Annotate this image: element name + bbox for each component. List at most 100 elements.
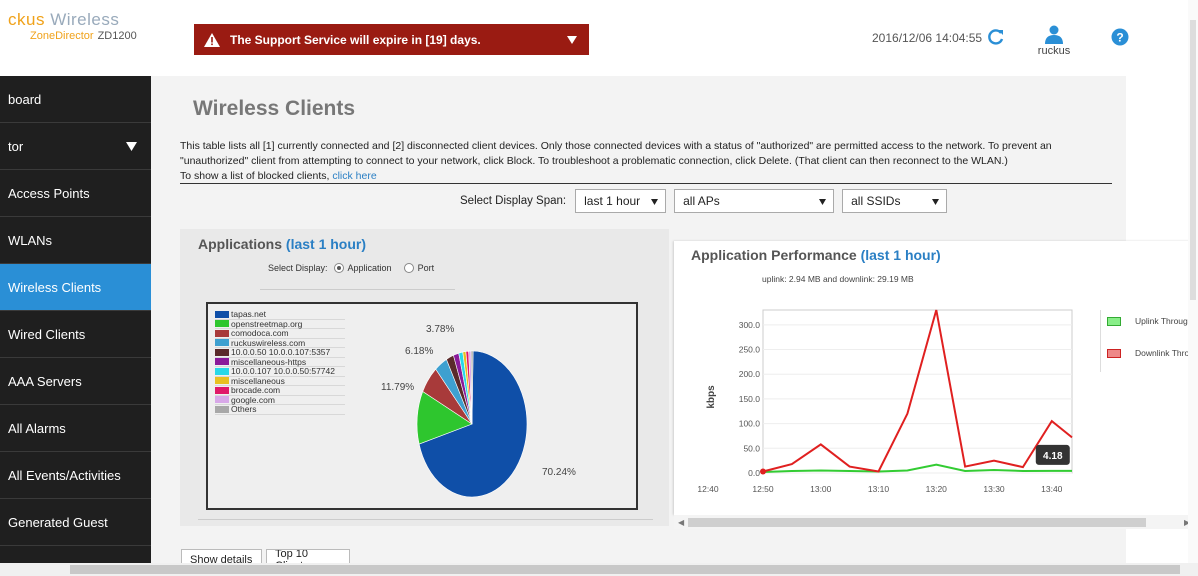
sidebar-nav: board tor Access Points WLANs Wireless C… — [0, 76, 151, 566]
legend-item-downlink[interactable]: Downlink Throughput — [1107, 348, 1198, 358]
ssid-filter-select[interactable]: all SSIDs — [842, 189, 948, 213]
throughput-summary: uplink: 2.94 MB and downlink: 29.19 MB — [762, 274, 914, 284]
chevron-down-icon[interactable] — [567, 35, 577, 44]
data-point[interactable] — [760, 468, 766, 475]
port-radio-label: Port — [417, 263, 435, 273]
x-tick-label: 13:00 — [810, 484, 832, 494]
brand-name: ckus — [8, 10, 45, 29]
sidebar-item-wired-clients[interactable]: Wired Clients — [0, 311, 151, 358]
sidebar-item-label: Wireless Clients — [8, 279, 102, 295]
support-expiry-alert[interactable]: The Support Service will expire in [19] … — [194, 24, 589, 55]
sidebar-item-access-points[interactable]: Access Points — [0, 170, 151, 217]
pie-legend: tapas.net openstreetmap.org comodoca.com ru… — [215, 309, 345, 415]
legend-swatch — [215, 386, 229, 394]
y-tick-label: 200.0 — [739, 369, 761, 379]
scroll-left-icon[interactable]: ◀ — [678, 518, 684, 527]
sidebar-item-all-events[interactable]: All Events/Activities — [0, 452, 151, 499]
sidebar-item-aaa-servers[interactable]: AAA Servers — [0, 358, 151, 405]
sidebar-item-label: Generated Guest — [8, 514, 108, 530]
sidebar-item-dashboard[interactable]: board — [0, 76, 151, 123]
legend-swatch — [215, 348, 229, 356]
legend-item-uplink[interactable]: Uplink Throughput — [1107, 316, 1198, 326]
y-tick-label: 250.0 — [739, 345, 761, 355]
right-gutter — [1126, 76, 1188, 241]
legend-label: comodoca.com — [231, 328, 289, 339]
display-span-select[interactable]: last 1 hour — [575, 189, 667, 213]
model-name: ZD1200 — [97, 30, 137, 42]
pie-data-label: 11.79% — [381, 382, 415, 393]
uplink-swatch — [1107, 316, 1121, 326]
brand-logo: ckus Wireless — [8, 10, 119, 30]
sidebar-item-label: Access Points — [8, 185, 90, 201]
sidebar-item-label: tor — [8, 138, 24, 154]
x-tick-label: 13:20 — [926, 484, 948, 494]
horizontal-scroll-thumb[interactable] — [70, 565, 1180, 574]
legend-label: 10.0.0.50 10.0.0.107:5357 — [231, 347, 331, 358]
x-tick-label: 12:50 — [752, 484, 774, 494]
y-tick-label: 150.0 — [739, 394, 761, 404]
brand-suffix: Wireless — [50, 10, 120, 29]
sidebar-item-label: Wired Clients — [8, 326, 86, 342]
sidebar-item-label: WLANs — [8, 232, 53, 248]
ssid-filter-value: all SSIDs — [851, 194, 901, 208]
legend-swatch — [215, 320, 229, 328]
legend-label: google.com — [231, 394, 275, 405]
sidebar-item-monitor[interactable]: tor — [0, 123, 151, 170]
legend-swatch — [215, 358, 229, 366]
application-radio[interactable] — [333, 263, 344, 273]
app-root: ckus Wireless ZoneDirector ZD1200 The Sup… — [0, 0, 1198, 576]
vertical-scroll-thumb[interactable] — [1190, 20, 1196, 300]
app-performance-span: (last 1 hour) — [860, 247, 941, 263]
y-tick-label: 300.0 — [739, 320, 761, 330]
refresh-icon[interactable] — [987, 28, 1005, 46]
chevron-down-icon — [932, 199, 940, 205]
ap-filter-value: all APs — [683, 194, 720, 208]
divider — [260, 289, 455, 290]
legend-swatch — [215, 396, 229, 404]
legend-label: 10.0.0.107 10.0.0.50:57742 — [231, 366, 335, 377]
warning-icon — [204, 32, 220, 47]
alert-text: The Support Service will expire in [19] … — [230, 32, 481, 47]
pie-data-label: 6.18% — [405, 346, 434, 357]
display-mode-radio-group: Select Display: Application Port — [268, 263, 434, 273]
description-text: This table lists all [1] currently conne… — [180, 140, 1052, 167]
sidebar-item-all-alarms[interactable]: All Alarms — [0, 405, 151, 452]
applications-title: Applications (last 1 hour) — [198, 236, 366, 252]
page-title: Wireless Clients — [193, 97, 356, 120]
application-radio-label: Application — [347, 263, 392, 273]
chart-scrollbar[interactable]: ◀ ▶ — [674, 515, 1198, 529]
blocked-clients-link[interactable]: click here — [332, 170, 376, 182]
sidebar-item-label: All Events/Activities — [8, 467, 121, 483]
product-name: ZoneDirector — [30, 30, 94, 42]
app-performance-title-text: Application Performance — [691, 247, 857, 263]
port-radio[interactable] — [403, 263, 414, 273]
help-icon[interactable]: ? — [1111, 28, 1129, 46]
x-tick-label: 13:40 — [1041, 484, 1063, 494]
legend-label: tapas.net — [231, 309, 266, 320]
app-performance-title: Application Performance (last 1 hour) — [691, 247, 941, 263]
page-vertical-scrollbar[interactable] — [1188, 0, 1198, 563]
chart-scroll-thumb[interactable] — [688, 518, 1146, 527]
legend-swatch — [215, 310, 229, 318]
svg-text:?: ? — [1116, 31, 1123, 45]
legend-label: ruckuswireless.com — [231, 337, 306, 348]
legend-swatch — [215, 339, 229, 347]
user-menu[interactable]: ruckus — [1036, 24, 1072, 57]
applications-title-text: Applications — [198, 236, 283, 252]
divider — [198, 519, 653, 520]
logo[interactable]: ckus Wireless — [8, 10, 119, 30]
user-icon — [1045, 25, 1063, 44]
downlink-swatch — [1107, 348, 1121, 358]
page-horizontal-scrollbar[interactable] — [0, 563, 1198, 576]
legend-swatch — [215, 405, 229, 413]
sidebar-item-label: board — [8, 91, 42, 107]
display-span-value: last 1 hour — [584, 194, 641, 208]
sidebar-item-generated-guest[interactable]: Generated Guest — [0, 499, 151, 546]
ap-filter-select[interactable]: all APs — [674, 189, 835, 213]
throughput-line-chart: 0.0 50.0 100.0 150.0 200.0 250.0 300.0 12:40 12:… — [697, 309, 1073, 494]
sidebar-item-wlans[interactable]: WLANs — [0, 217, 151, 264]
x-tick-label: 13:30 — [983, 484, 1005, 494]
sidebar-item-wireless-clients[interactable]: Wireless Clients — [0, 264, 151, 311]
user-name: ruckus — [1037, 45, 1071, 57]
x-tick-label: 13:10 — [868, 484, 890, 494]
